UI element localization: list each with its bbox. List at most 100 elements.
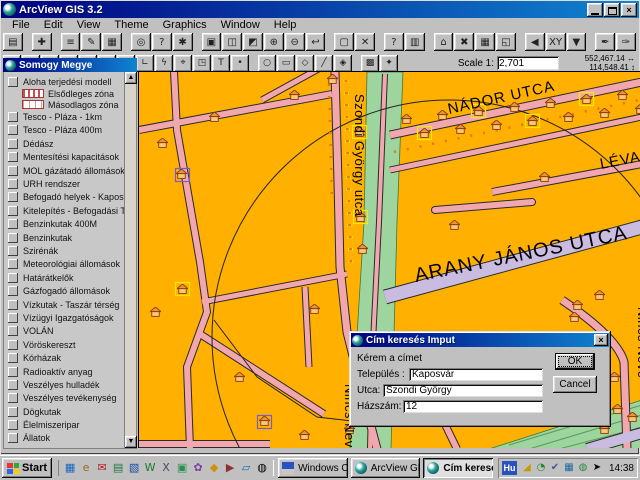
scroll-up-icon[interactable]: ▲ [125, 72, 137, 84]
theme-checkbox[interactable] [8, 353, 18, 363]
scale-input[interactable] [497, 56, 559, 70]
cancel-button[interactable]: Cancel [553, 376, 597, 393]
language-indicator[interactable]: Hu [502, 461, 517, 475]
toc-item[interactable]: URH rendszer [4, 177, 124, 190]
toc-item[interactable]: Kitelepítés - Befogadási Taszá [4, 204, 124, 217]
theme-checkbox[interactable] [8, 313, 18, 323]
total-commander-shortcut[interactable]: ▤ [110, 460, 126, 476]
toc-item[interactable]: Radioaktív anyag [4, 365, 124, 378]
theme-checkbox[interactable] [8, 286, 18, 296]
word-shortcut[interactable]: W [142, 460, 158, 476]
theme-properties-button[interactable]: ≡ [61, 33, 81, 51]
task-button[interactable]: Cím keresés Imput [423, 458, 493, 478]
layout-blue-button[interactable]: ✒ [595, 33, 615, 51]
show-desktop-shortcut[interactable]: ▦ [62, 460, 78, 476]
toc-item[interactable]: Veszélyes hulladék [4, 378, 124, 391]
menu-item[interactable]: Help [267, 19, 304, 31]
theme-checkbox[interactable] [8, 326, 18, 336]
theme-checkbox[interactable] [8, 125, 18, 135]
theme-checkbox[interactable] [8, 380, 18, 390]
toc-item[interactable]: Aloha terjedési modell [4, 75, 124, 88]
globe-shortcut[interactable]: ◍ [254, 460, 270, 476]
toc-item[interactable]: Elsődleges zóna [4, 88, 124, 99]
toc-item[interactable]: Mentesítési kapacitások [4, 151, 124, 164]
toc-item[interactable]: VOLÁN [4, 325, 124, 338]
theme-checkbox[interactable] [8, 433, 18, 443]
theme-checkbox[interactable] [8, 246, 18, 256]
document-shortcut[interactable]: ▱ [238, 460, 254, 476]
toc-item[interactable]: Vízkutak - Taszár térség [4, 298, 124, 311]
dialog-title-bar[interactable]: Cím keresés Imput × [351, 333, 609, 347]
theme-checkbox[interactable] [8, 166, 18, 176]
cascade-button[interactable]: ◱ [496, 33, 516, 51]
minimize-button[interactable] [587, 3, 603, 17]
draw-rect-tool[interactable]: ▭ [277, 55, 295, 72]
toc-item[interactable]: Élelmiszeripar [4, 418, 124, 431]
query-builder-button[interactable]: ✱ [173, 33, 193, 51]
select-features-button[interactable]: ▢ [334, 33, 354, 51]
theme-checkbox[interactable] [8, 192, 18, 202]
toc-item[interactable]: MOL gázátadó állomások [4, 164, 124, 177]
toc-item[interactable]: Dögkutak [4, 405, 124, 418]
theme-checkbox[interactable] [8, 112, 18, 122]
zoom-full-extent-button[interactable]: ▣ [202, 33, 222, 51]
toc-item[interactable]: Benzinkutak 400M [4, 218, 124, 231]
calculator-button[interactable]: ▥ [405, 33, 425, 51]
zoom-previous-button[interactable]: ↩ [306, 33, 326, 51]
theme-checkbox[interactable] [8, 300, 18, 310]
theme-checkbox[interactable] [8, 393, 18, 403]
menu-item[interactable]: Graphics [156, 19, 214, 31]
label-tool[interactable]: ⌖ [174, 55, 192, 72]
ok-button[interactable]: OK [555, 353, 595, 370]
toc-item[interactable]: Szirénák [4, 244, 124, 257]
dialog-close-icon[interactable]: × [594, 334, 608, 346]
open-theme-table-button[interactable]: ▦ [102, 33, 122, 51]
theme-checkbox[interactable] [8, 179, 18, 189]
media-shortcut[interactable]: ✿ [190, 460, 206, 476]
toc-item[interactable]: Benzinkutak [4, 231, 124, 244]
point-tool[interactable]: • [231, 55, 249, 72]
internet-explorer-shortcut[interactable]: e [78, 460, 94, 476]
hazszam-field[interactable] [403, 400, 543, 413]
task-button[interactable]: Windows Commander [278, 458, 348, 478]
player-shortcut[interactable]: ◆ [206, 460, 222, 476]
theme-checkbox[interactable] [8, 206, 18, 216]
zoom-active-theme-button[interactable]: ◫ [222, 33, 242, 51]
chart-button[interactable]: ▦ [475, 33, 495, 51]
theme-checkbox[interactable] [8, 219, 18, 229]
delete-theme-button[interactable]: ✖ [454, 33, 474, 51]
step-back-button[interactable]: ◀ [525, 33, 545, 51]
zoom-selected-button[interactable]: ◩ [243, 33, 263, 51]
draw-circle-tool[interactable]: ○ [258, 55, 276, 72]
menu-item[interactable]: Theme [107, 19, 155, 31]
hotlink-tool[interactable]: ϟ [155, 55, 173, 72]
theme-checkbox[interactable] [8, 139, 18, 149]
toc-item[interactable]: Másodlagos zóna [4, 99, 124, 110]
draw-ellipse-tool[interactable]: ◈ [334, 55, 352, 72]
network-icon[interactable]: ◍ [576, 461, 590, 475]
view-title-bar[interactable]: Somogy Megye [3, 58, 137, 72]
find-button[interactable]: ◎ [131, 33, 151, 51]
toc-item[interactable]: Meteorológiai állomások [4, 258, 124, 271]
add-theme-button[interactable]: ✚ [32, 33, 52, 51]
task-button[interactable]: ArcView GIS 3.2 [351, 458, 421, 478]
toc-item[interactable]: Vöröskereszt [4, 338, 124, 351]
toc-scrollbar[interactable]: ▲ ▼ [124, 72, 136, 448]
theme-checkbox[interactable] [8, 77, 18, 87]
pattern-tool[interactable]: ▩ [361, 55, 379, 72]
theme-checkbox[interactable] [8, 273, 18, 283]
maximize-button[interactable] [604, 3, 620, 17]
theme-checkbox[interactable] [8, 233, 18, 243]
menu-item[interactable]: View [70, 19, 108, 31]
start-button[interactable]: Start [2, 458, 52, 478]
antivirus-icon[interactable]: ✔ [548, 461, 562, 475]
zoom-out-button[interactable]: ⊖ [285, 33, 305, 51]
toc-item[interactable]: Dédász [4, 137, 124, 150]
display-settings-icon[interactable]: ▦ [562, 461, 576, 475]
save-project-button[interactable]: ▤ [3, 33, 23, 51]
xy-button[interactable]: XY [546, 33, 566, 51]
toc-item[interactable]: Tesco - Pláza - 1km [4, 110, 124, 123]
volume-icon[interactable]: ◢ [520, 461, 534, 475]
updater-icon[interactable]: ➤ [590, 461, 604, 475]
toc-item[interactable]: Befogadó helyek - Kaposvár [4, 191, 124, 204]
